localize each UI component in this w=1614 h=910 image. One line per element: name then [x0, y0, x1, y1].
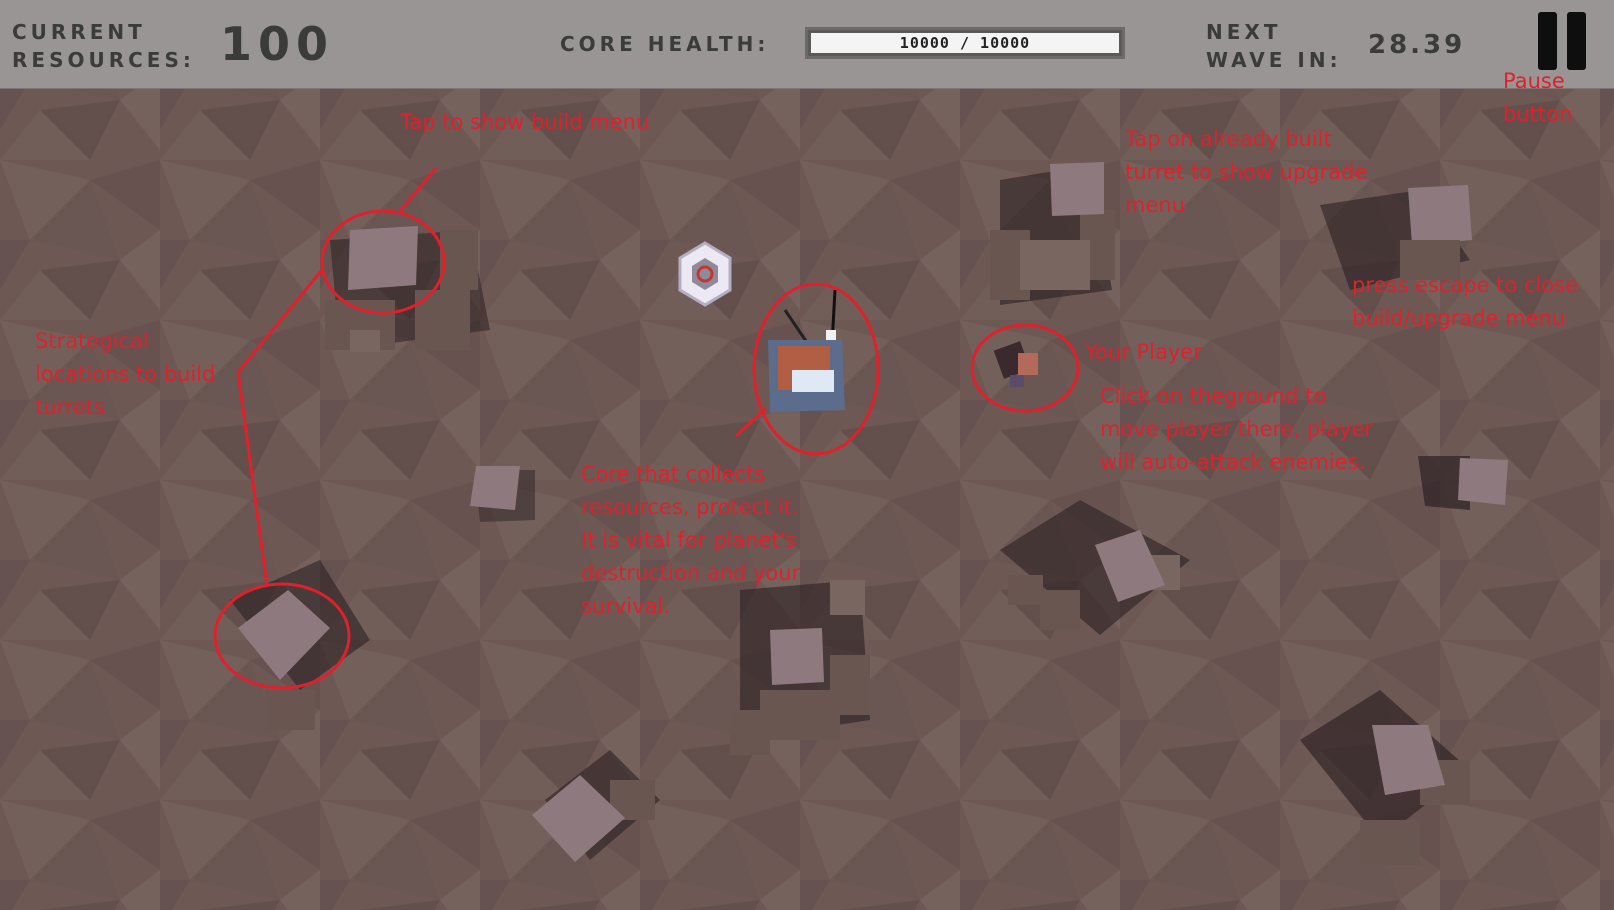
rock-block [990, 162, 1115, 305]
resource-crystal [678, 241, 732, 307]
note-core: Core that collects resources, protect it… [581, 462, 801, 618]
note-player: Your Player [1085, 340, 1202, 364]
next-wave-label: NEXT WAVE IN: [1206, 20, 1342, 72]
resources-label: CURRENT RESOURCES: [12, 20, 195, 72]
next-wave-timer: 28.39 [1368, 30, 1466, 60]
hud-bar: CURRENT RESOURCES: 100 CORE HEALTH: 1000… [0, 0, 1614, 89]
resources-value: 100 [220, 17, 335, 71]
core-health-bar: 10000 / 10000 [805, 27, 1125, 59]
turret-build-spot[interactable] [325, 226, 490, 352]
note-upgrade-menu: Tap on already built turret to show upgr… [1125, 127, 1368, 217]
note-build-menu: Tap to show build menu [400, 110, 650, 134]
core-health-value: 10000 / 10000 [899, 34, 1031, 52]
note-pause: Pause button [1503, 69, 1573, 126]
pause-button[interactable] [1538, 12, 1586, 70]
pause-icon [1567, 12, 1586, 70]
note-move: Click on theground to move player there,… [1100, 384, 1373, 474]
note-strategic-locations: Strategical locations to build turrets [35, 329, 216, 419]
note-escape: press escape to close build/upgrade menu [1352, 273, 1579, 330]
pause-icon [1538, 12, 1557, 70]
core-health-label: CORE HEALTH: [560, 32, 770, 56]
rock-block [470, 466, 535, 522]
rock-block [1418, 456, 1508, 510]
